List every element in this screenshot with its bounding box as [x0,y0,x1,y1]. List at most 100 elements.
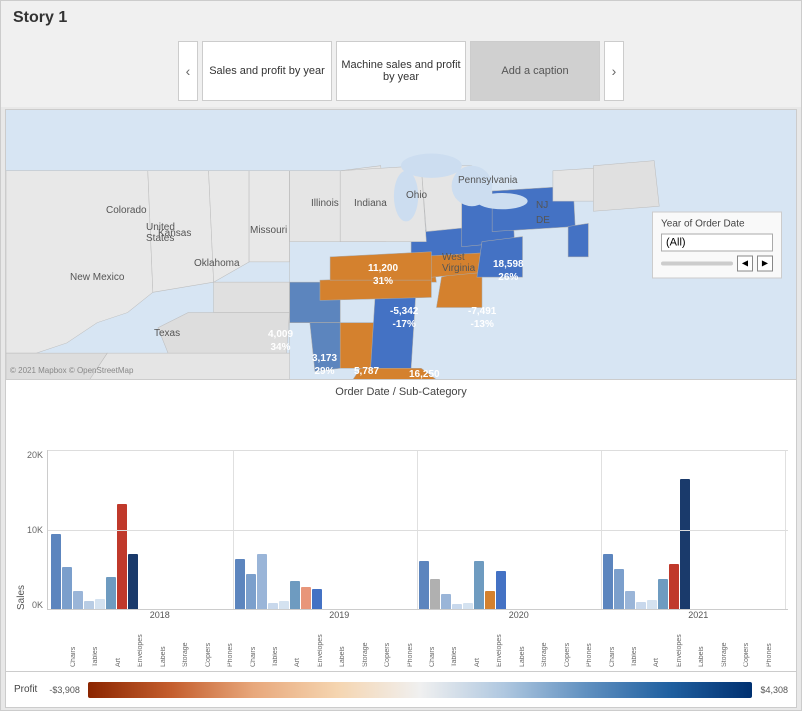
bar-2020-tables [430,579,440,609]
bar-2021-storage [658,579,668,609]
year-label-2019: 2019 [329,610,349,620]
sub-labels-2018: Chairs Tables Art Envelopes Labels Stora… [70,622,250,667]
sub-label-art-2021: Art [653,622,675,667]
legend-max: $4,308 [760,685,788,695]
bar-2018-copiers [117,504,127,609]
year-label-group-2021: 2021 Chairs Tables Art Envelopes Labels … [609,610,789,667]
bar-2019-chairs [235,559,245,609]
bar-2020-storage [474,561,484,609]
sub-label-copiers-2019: Copiers [384,622,406,667]
sub-label-labels-2018: Labels [160,622,182,667]
year-label-2021: 2021 [688,610,708,620]
bar-2021-art [625,591,635,609]
sub-label-labels-2021: Labels [698,622,720,667]
sub-label-envelopes-2021: Envelopes [676,622,698,667]
bar-2018-chairs [51,534,61,609]
bar-2019-labels [279,601,289,609]
nav-tab-machine[interactable]: Machine sales and profit by year [336,41,466,101]
bar-2020-art [441,594,451,609]
bar-2020-labels [463,603,473,609]
sub-label-chairs-2020: Chairs [429,622,451,667]
bar-2020-envelopes [452,604,462,609]
y-axis-label: Sales [14,450,27,610]
main-content: 11,20031% 18,59826% -5,342-17% -7,491-13… [5,109,797,708]
sub-labels-2019: Chairs Tables Art Envelopes Labels Stora… [250,622,430,667]
sub-label-copiers-2018: Copiers [205,622,227,667]
year-label-group-2020: 2020 Chairs Tables Art Envelopes Labels … [429,610,609,667]
bar-2019-storage [290,581,300,609]
sub-label-art-2019: Art [294,622,316,667]
story-nav: ‹ Sales and profit by year Machine sales… [1,35,801,107]
sub-label-envelopes-2018: Envelopes [137,622,159,667]
sub-label-labels-2019: Labels [339,622,361,667]
bar-2021-envelopes [636,602,646,609]
bar-2019-art [257,554,267,609]
legend-title: Profit [14,684,37,695]
sub-label-phones-2020: Phones [586,622,608,667]
bars-container [47,450,788,610]
filter-value[interactable]: (All) [661,233,773,251]
bar-2019-copiers [301,587,311,609]
slider-prev-btn[interactable]: ◀ [737,255,753,271]
sub-label-chairs-2018: Chairs [70,622,92,667]
sub-label-envelopes-2019: Envelopes [317,622,339,667]
legend-min: -$3,908 [49,685,80,695]
chart-title: Order Date / Sub-Category [14,386,788,398]
bar-2018-envelopes [84,601,94,609]
bar-2021-phones [680,479,690,609]
bar-2021-chairs [603,554,613,609]
nav-prev-button[interactable]: ‹ [178,41,198,101]
sub-label-tables-2019: Tables [272,622,294,667]
sub-label-chairs-2021: Chairs [609,622,631,667]
year-label-group-2019: 2019 Chairs Tables Art Envelopes Labels … [250,610,430,667]
nav-tab-add-caption[interactable]: Add a caption [470,41,600,101]
sub-labels-2021: Chairs Tables Art Envelopes Labels Stora… [609,622,789,667]
story-title: Story 1 [1,1,801,35]
bar-2021-copiers [669,564,679,609]
filter-title: Year of Order Date [661,218,773,229]
nav-tab-sales[interactable]: Sales and profit by year [202,41,332,101]
year-label-group-2018: 2018 Chairs Tables Art Envelopes Labels … [70,610,250,667]
bar-2018-art [73,591,83,609]
sub-label-storage-2018: Storage [182,622,204,667]
sub-label-tables-2018: Tables [92,622,114,667]
bar-2021-labels [647,600,657,609]
map-copyright: © 2021 Mapbox © OpenStreetMap [10,366,133,375]
sub-label-envelopes-2020: Envelopes [496,622,518,667]
bar-2019-tables [246,574,256,609]
sub-label-copiers-2020: Copiers [564,622,586,667]
slider-row: ◀ ▶ [661,255,773,271]
bar-2019-phones [312,589,322,609]
sub-label-tables-2020: Tables [451,622,473,667]
sub-label-tables-2021: Tables [631,622,653,667]
sub-label-phones-2021: Phones [766,622,788,667]
x-labels: 2018 Chairs Tables Art Envelopes Labels … [42,610,788,667]
sub-label-labels-2020: Labels [519,622,541,667]
slider-track[interactable] [661,261,733,265]
sub-label-art-2018: Art [115,622,137,667]
sub-label-storage-2019: Storage [362,622,384,667]
legend-section: Profit -$3,908 $4,308 [6,671,796,707]
year-label-2018: 2018 [150,610,170,620]
bar-2020-copiers [485,591,495,609]
sub-label-chairs-2019: Chairs [250,622,272,667]
bar-2019-envelopes [268,603,278,609]
sub-label-phones-2018: Phones [227,622,249,667]
sub-label-copiers-2021: Copiers [743,622,765,667]
sub-label-art-2020: Art [474,622,496,667]
sub-labels-2020: Chairs Tables Art Envelopes Labels Stora… [429,622,609,667]
bar-2020-chairs [419,561,429,609]
y-tick-0k: 0K [32,600,43,610]
nav-next-button[interactable]: › [604,41,624,101]
sub-label-phones-2019: Phones [407,622,429,667]
map-section: 11,20031% 18,59826% -5,342-17% -7,491-13… [6,110,796,380]
app-container: Story 1 ‹ Sales and profit by year Machi… [0,0,802,711]
legend-gradient [88,682,753,698]
bar-2020-phones [496,571,506,609]
sub-label-storage-2020: Storage [541,622,563,667]
bar-2018-phones [128,554,138,609]
y-tick-20k: 20K [27,450,43,460]
sub-label-storage-2021: Storage [721,622,743,667]
slider-next-btn[interactable]: ▶ [757,255,773,271]
chart-section: Order Date / Sub-Category Sales 20K 10K … [6,380,796,671]
